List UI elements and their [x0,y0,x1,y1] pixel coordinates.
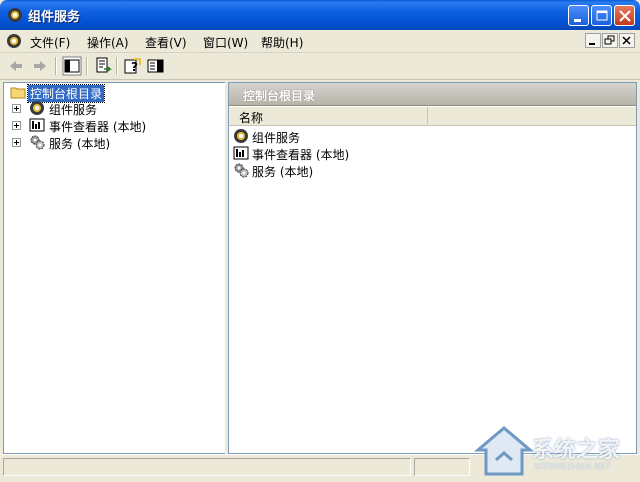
close-button[interactable] [614,5,635,26]
expand-icon[interactable] [12,104,21,113]
minimize-icon [574,19,581,22]
menu-view[interactable]: 查看(V) [145,34,187,51]
close-icon [619,10,631,22]
tree-item-root[interactable]: 控制台根目录 [4,84,204,103]
results-pane: 控制台根目录 名称 组件服务 事件查看器 (本地) 服务 (本地) [228,82,637,454]
maximize-icon [596,10,608,21]
component-services-icon [234,129,248,143]
export-list-icon[interactable] [93,56,113,76]
toolbar-separator [116,57,118,75]
tree-item-label: 服务 (本地) [49,137,111,151]
show-hide-tree-icon[interactable] [62,56,82,76]
column-empty[interactable] [429,107,636,124]
services-gear-icon [30,135,45,150]
mdi-restore-button[interactable] [602,33,618,48]
toolbar-separator [86,57,88,75]
expand-icon[interactable] [12,138,21,147]
status-cell [414,458,470,476]
forward-arrow-icon[interactable] [30,56,50,76]
menu-help[interactable]: 帮助(H) [261,34,303,51]
tree-item-label: 组件服务 [49,103,98,117]
minimize-button[interactable] [568,5,589,26]
services-gear-icon [234,163,249,178]
event-viewer-icon [233,146,249,160]
tree-item-event-viewer[interactable]: 事件查看器 (本地) [4,117,204,134]
toolbar: ? [0,53,640,80]
toolbar-separator [55,57,57,75]
mmc-app-icon[interactable] [5,32,23,50]
close-icon [622,36,631,45]
component-services-icon [8,8,22,22]
tree-item-services[interactable]: 服务 (本地) [4,134,204,151]
mdi-minimize-button[interactable] [585,33,601,48]
menu-action[interactable]: 操作(A) [87,34,129,51]
column-name-label: 名称 [239,111,264,125]
list-item-label: 事件查看器 (本地) [252,148,350,162]
column-header: 名称 [229,107,636,126]
menu-window[interactable]: 窗口(W) [203,34,248,51]
results-header-title: 控制台根目录 [243,89,316,103]
window-title: 组件服务 [28,10,81,25]
help-icon[interactable]: ? [122,56,142,76]
list-item-label: 组件服务 [252,131,301,145]
console-tree[interactable]: 控制台根目录 组件服务 事件查看器 (本地) 服务 (本地) [3,82,226,454]
minimize-icon [589,43,595,45]
title-bar[interactable]: 组件服务 [0,0,640,30]
tree-item-component-services[interactable]: 组件服务 [4,100,204,117]
menu-bar: 文件(F) 操作(A) 查看(V) 窗口(W) 帮助(H) [0,30,640,53]
column-name[interactable]: 名称 [229,107,428,125]
list-item-label: 服务 (本地) [252,165,314,179]
event-viewer-icon [29,118,45,132]
svg-text:?: ? [131,60,138,74]
watermark-text: 系统之家 [532,438,621,463]
tree-item-label: 事件查看器 (本地) [49,120,147,134]
expand-icon[interactable] [12,121,21,130]
menu-file[interactable]: 文件(F) [30,34,70,51]
folder-icon [10,87,26,99]
results-header: 控制台根目录 [229,83,636,106]
back-arrow-icon[interactable] [6,56,26,76]
restore-icon [604,35,615,45]
mdi-close-button[interactable] [619,33,635,48]
watermark-url: XITONGZHIJIA.NET [534,462,611,471]
component-services-icon [30,101,44,115]
maximize-button[interactable] [591,5,612,26]
show-hide-action-pane-icon[interactable] [146,56,166,76]
status-cell [3,458,411,476]
